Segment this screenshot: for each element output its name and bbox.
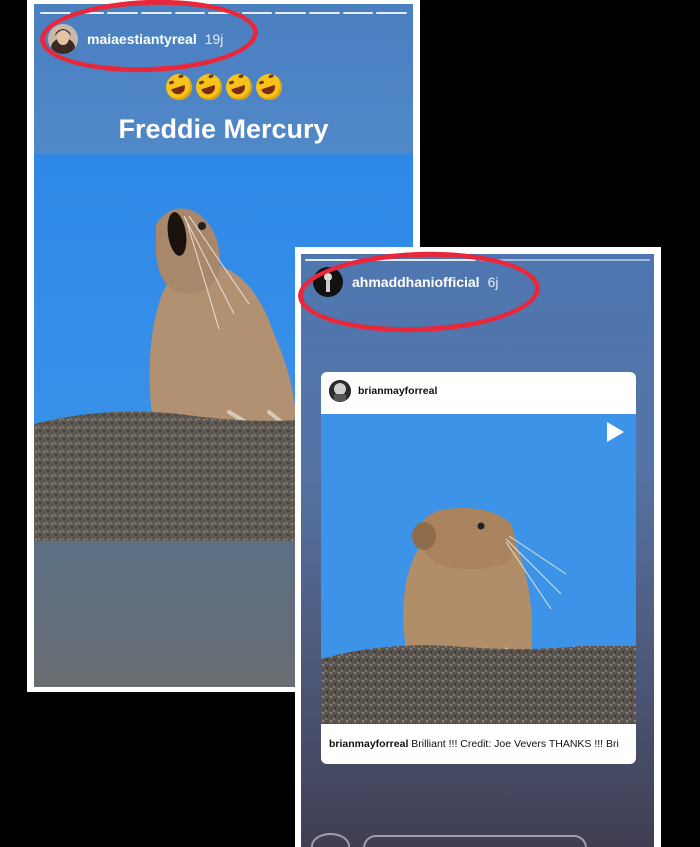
story-1-caption: Freddie Mercury: [118, 114, 329, 144]
caption-author[interactable]: brianmayforreal: [329, 738, 408, 750]
shared-post-video[interactable]: [321, 414, 636, 724]
shared-post-header: brianmayforreal: [321, 372, 636, 410]
story-screenshot-2: ahmaddhaniofficial 6j brianmayforreal br…: [295, 247, 661, 847]
shared-post-card[interactable]: brianmayforreal brianmayforreal Brillian…: [321, 372, 636, 764]
shared-post-caption: brianmayforreal Brilliant !!! Credit: Jo…: [329, 738, 629, 750]
rofl-emoji-icon: [255, 74, 282, 100]
emoji-row: [34, 74, 413, 100]
caption-text: Brilliant !!! Credit: Joe Vevers THANKS …: [411, 738, 619, 750]
post-author-avatar[interactable]: [329, 380, 351, 402]
story-2-content: ahmaddhaniofficial 6j brianmayforreal br…: [301, 254, 654, 847]
camera-button[interactable]: [311, 833, 350, 847]
post-author-name[interactable]: brianmayforreal: [358, 385, 437, 397]
play-icon[interactable]: [607, 422, 624, 442]
reply-input[interactable]: [363, 835, 587, 847]
rofl-emoji-icon: [165, 74, 192, 100]
rofl-emoji-icon: [225, 74, 252, 100]
rofl-emoji-icon: [195, 74, 222, 100]
